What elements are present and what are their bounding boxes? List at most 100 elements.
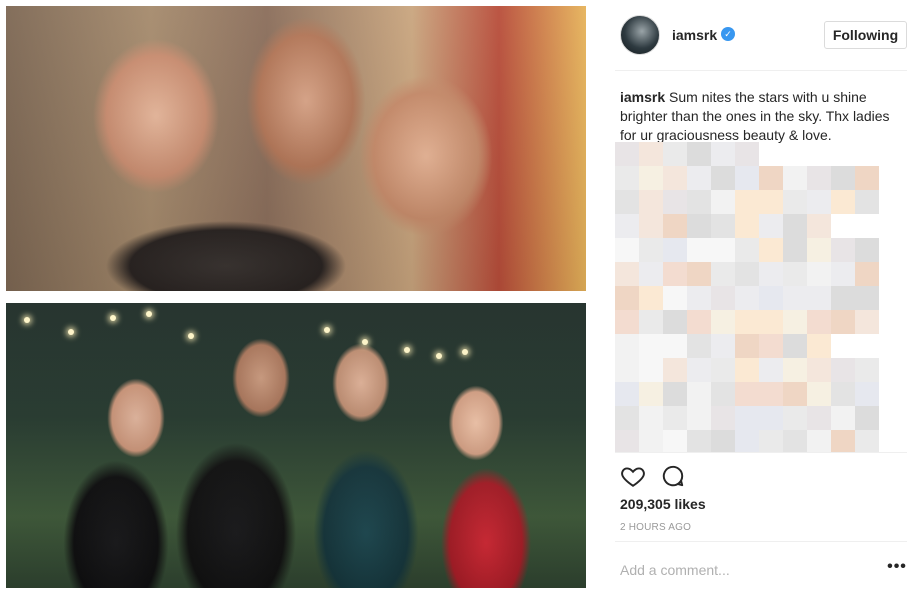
- blur-cell: [711, 214, 735, 238]
- blur-cell: [711, 358, 735, 382]
- blur-cell: [615, 406, 639, 430]
- blur-cell: [735, 358, 759, 382]
- more-options-icon[interactable]: •••: [885, 558, 909, 580]
- caption-username-link[interactable]: iamsrk: [620, 89, 665, 105]
- blur-cell: [735, 430, 759, 452]
- blur-cell: [615, 166, 639, 190]
- heart-icon[interactable]: [620, 463, 646, 489]
- comments-divider: [615, 452, 907, 453]
- blur-cell: [687, 214, 711, 238]
- blur-cell: [615, 358, 639, 382]
- blur-cell: [639, 310, 663, 334]
- blur-cell: [663, 214, 687, 238]
- blur-cell: [687, 262, 711, 286]
- blur-cell: [807, 262, 831, 286]
- blur-cell: [687, 166, 711, 190]
- blur-cell: [615, 214, 639, 238]
- blur-cell: [831, 358, 855, 382]
- blur-cell: [831, 382, 855, 406]
- blur-cell: [831, 262, 855, 286]
- blur-cell: [759, 334, 783, 358]
- blur-cell: [807, 190, 831, 214]
- blur-cell: [687, 382, 711, 406]
- blur-cell: [615, 430, 639, 452]
- blur-cell: [783, 190, 807, 214]
- blur-cell: [735, 382, 759, 406]
- blur-cell: [807, 334, 831, 358]
- blur-cell: [855, 286, 879, 310]
- blur-cell: [663, 358, 687, 382]
- blur-cell: [759, 430, 783, 452]
- post-photo-bottom[interactable]: [6, 303, 586, 588]
- blur-cell: [735, 262, 759, 286]
- blur-cell: [759, 238, 783, 262]
- blur-cell: [663, 190, 687, 214]
- username-link[interactable]: iamsrk: [672, 27, 717, 43]
- comment-bubble-icon[interactable]: [660, 463, 686, 489]
- blur-cell: [639, 166, 663, 190]
- blur-cell: [831, 406, 855, 430]
- blur-cell: [663, 406, 687, 430]
- blur-cell: [855, 406, 879, 430]
- blur-cell: [711, 334, 735, 358]
- blur-cell: [831, 238, 855, 262]
- blur-cell: [663, 238, 687, 262]
- blur-cell: [735, 190, 759, 214]
- blur-cell: [735, 406, 759, 430]
- following-button[interactable]: Following: [824, 21, 907, 49]
- blur-cell: [855, 310, 879, 334]
- blur-cell: [711, 166, 735, 190]
- blur-cell: [783, 214, 807, 238]
- verified-badge-icon: ✓: [721, 27, 735, 41]
- blurred-comments: [615, 142, 885, 452]
- blur-cell: [807, 406, 831, 430]
- blur-cell: [663, 166, 687, 190]
- blur-cell: [759, 406, 783, 430]
- blur-cell: [711, 430, 735, 452]
- blur-cell: [711, 382, 735, 406]
- blur-cell: [807, 286, 831, 310]
- blur-cell: [711, 190, 735, 214]
- avatar[interactable]: [620, 15, 660, 55]
- blur-cell: [783, 382, 807, 406]
- post-caption: iamsrk Sum nites the stars with u shine …: [620, 88, 900, 145]
- blur-cell: [759, 214, 783, 238]
- blur-cell: [759, 190, 783, 214]
- comment-input[interactable]: [620, 560, 870, 580]
- blur-cell: [687, 430, 711, 452]
- blur-cell: [711, 142, 735, 166]
- blur-cell: [759, 286, 783, 310]
- blur-cell: [735, 334, 759, 358]
- blur-cell: [783, 262, 807, 286]
- post-timestamp[interactable]: 2 HOURS AGO: [620, 522, 691, 533]
- blur-cell: [615, 286, 639, 310]
- blur-cell: [639, 214, 663, 238]
- blur-cell: [759, 382, 783, 406]
- blur-cell: [807, 310, 831, 334]
- blur-cell: [639, 406, 663, 430]
- blur-cell: [663, 382, 687, 406]
- blur-cell: [783, 166, 807, 190]
- blur-cell: [615, 190, 639, 214]
- blur-cell: [615, 334, 639, 358]
- post-media: [6, 6, 586, 588]
- blur-cell: [687, 238, 711, 262]
- blur-cell: [639, 238, 663, 262]
- blur-cell: [831, 310, 855, 334]
- blur-cell: [711, 262, 735, 286]
- blur-cell: [663, 334, 687, 358]
- blur-cell: [783, 238, 807, 262]
- likes-count[interactable]: 209,305 likes: [620, 496, 706, 512]
- blur-cell: [807, 358, 831, 382]
- blur-cell: [615, 142, 639, 166]
- blur-cell: [855, 358, 879, 382]
- post-photo-top[interactable]: [6, 6, 586, 291]
- blur-cell: [639, 286, 663, 310]
- blur-cell: [639, 358, 663, 382]
- blur-cell: [759, 166, 783, 190]
- blur-cell: [783, 286, 807, 310]
- blur-cell: [855, 166, 879, 190]
- blur-cell: [807, 430, 831, 452]
- blur-cell: [615, 310, 639, 334]
- blur-cell: [663, 310, 687, 334]
